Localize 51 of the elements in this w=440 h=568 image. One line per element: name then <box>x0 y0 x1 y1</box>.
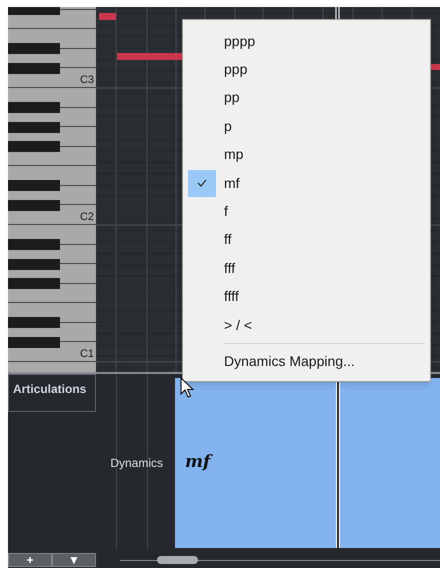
piano-keyboard[interactable]: C3 C2 C1 <box>8 7 96 372</box>
piano-key[interactable] <box>8 336 60 348</box>
menu-item-label: ffff <box>224 287 239 306</box>
mouse-pointer-icon <box>180 377 194 399</box>
lane-header[interactable]: Articulations <box>8 374 96 412</box>
menu-item-label: pp <box>224 88 240 108</box>
menu-item[interactable]: p <box>188 112 425 141</box>
dynamics-region[interactable]: mf <box>175 378 440 548</box>
menu-item[interactable]: pppp <box>188 27 425 56</box>
menu-item-label: ff <box>224 230 232 250</box>
footer-button[interactable]: + <box>8 553 52 567</box>
menu-item[interactable]: mf <box>188 168 425 198</box>
octave-label: C1 <box>80 348 94 361</box>
articulations-label: Articulations <box>13 382 86 396</box>
menu-item[interactable]: Dynamics Mapping... <box>188 348 425 374</box>
piano-key[interactable] <box>8 62 60 74</box>
piano-key[interactable] <box>8 278 60 290</box>
menu-item[interactable]: pp <box>188 84 425 112</box>
checkmark-icon <box>197 179 207 188</box>
menu-item-label: pppp <box>224 32 256 51</box>
piano-key[interactable] <box>8 180 60 192</box>
piano-key[interactable] <box>8 258 60 270</box>
menu-item-label: > / < <box>224 316 252 335</box>
piano-key[interactable] <box>8 102 60 114</box>
menu-item[interactable]: f <box>188 197 425 226</box>
menu-item-label: mf <box>224 174 240 193</box>
piano-key[interactable] <box>8 200 60 211</box>
piano-key[interactable] <box>8 43 60 54</box>
dynamics-label: Dynamics <box>110 455 163 472</box>
piano-key[interactable] <box>8 7 60 16</box>
menu-item[interactable]: ff <box>188 226 425 254</box>
menu-item[interactable]: ppp <box>188 55 425 84</box>
menu-item[interactable]: > / < <box>188 310 425 340</box>
menu-item-label: Dynamics Mapping... <box>224 352 355 371</box>
menu-item-label: fff <box>224 258 236 278</box>
scrollbar-thumb[interactable] <box>157 556 198 564</box>
menu-item-label: p <box>224 116 232 136</box>
octave-label: C3 <box>80 74 94 87</box>
menu-item-label: mp <box>224 145 244 164</box>
menu-item-label: f <box>224 202 228 222</box>
octave-label: C2 <box>80 210 94 224</box>
piano-key[interactable] <box>8 122 60 133</box>
piano-key[interactable] <box>8 141 60 152</box>
menu-item[interactable]: ffff <box>188 282 425 311</box>
menu-item-label: ppp <box>224 60 248 80</box>
footer-button[interactable]: ▼ <box>52 553 96 567</box>
menu-item[interactable]: fff <box>188 254 425 283</box>
menu-item[interactable]: mp <box>188 140 425 169</box>
piano-key[interactable] <box>8 317 60 328</box>
dynamic-marking: mf <box>185 450 210 476</box>
piano-key[interactable] <box>8 239 60 250</box>
